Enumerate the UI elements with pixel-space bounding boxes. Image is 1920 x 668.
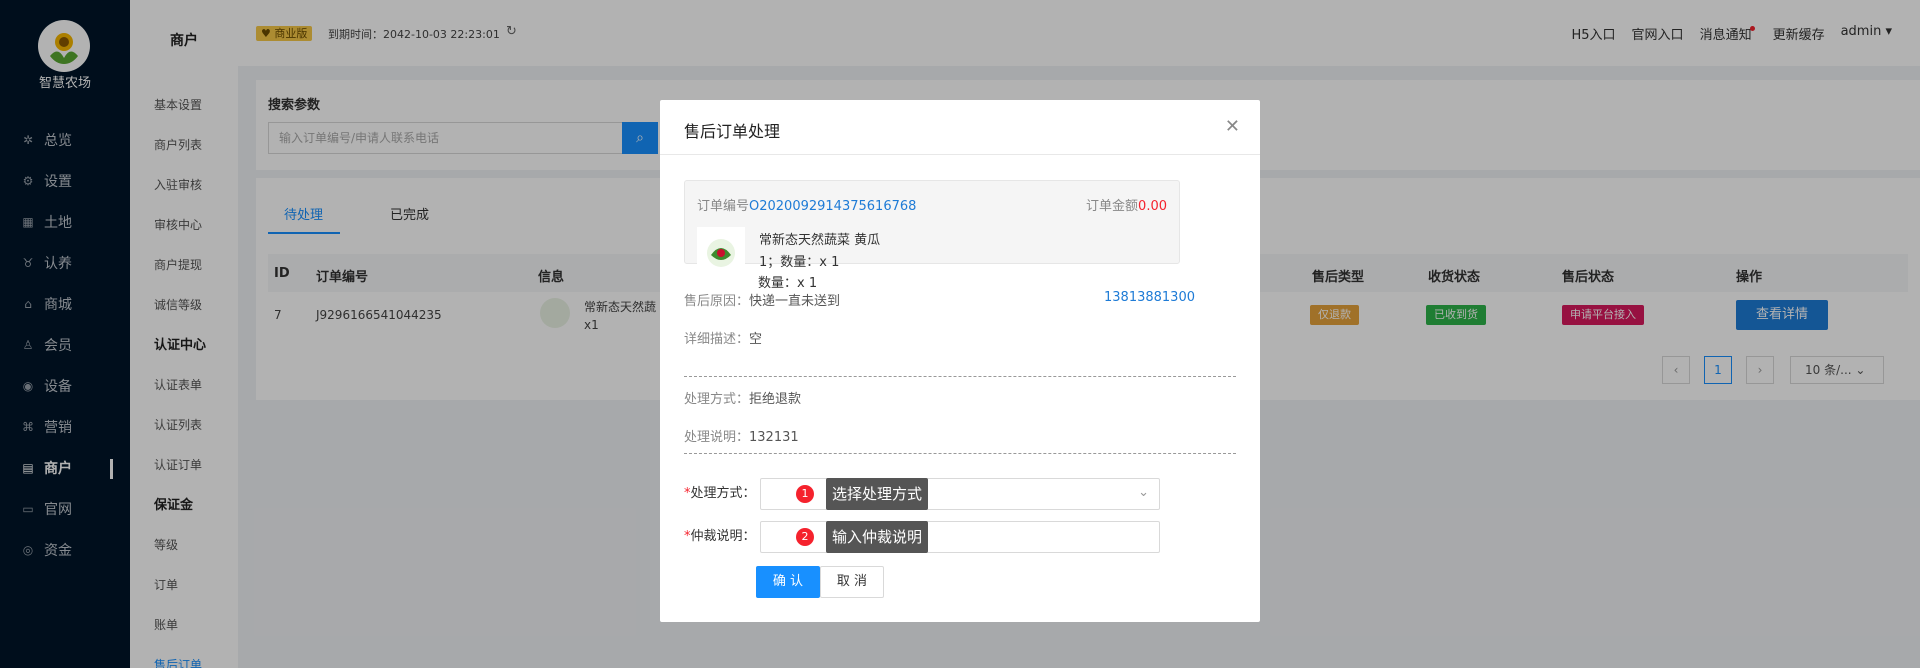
product-spec: 1；数量：x 1 [759, 255, 840, 270]
order-number-link[interactable]: O2020092914375616768 [749, 199, 916, 214]
after-sale-modal: 售后订单处理 ✕ 订单编号O2020092914375616768 订单金额0.… [660, 100, 1260, 622]
applicant-phone: 13813881300 [1104, 290, 1195, 305]
dashed-divider [684, 376, 1236, 377]
order-amount: 0.00 [1138, 199, 1167, 214]
detail-description: 空 [749, 332, 763, 347]
after-sale-reason: 快递一直未送到 [749, 294, 841, 309]
form-arbitration-label: *仲裁说明： [684, 529, 756, 544]
arbitration-input[interactable] [760, 521, 1160, 553]
vegetable-logo-icon [707, 239, 735, 267]
confirm-button[interactable]: 确 认 [756, 566, 820, 598]
order-card: 订单编号O2020092914375616768 订单金额0.00 常新态天然蔬… [684, 180, 1180, 275]
dashed-divider [684, 453, 1236, 454]
modal-divider [660, 154, 1260, 155]
tooltip-input-arbitration: 输入仲裁说明 [826, 521, 929, 553]
chevron-down-icon: ⌄ [1138, 485, 1149, 500]
modal-title: 售后订单处理 [684, 122, 781, 141]
close-icon[interactable]: ✕ [1225, 116, 1240, 137]
step-1-marker: 1 [796, 485, 814, 503]
form-method-label: *处理方式： [684, 486, 756, 501]
cancel-button[interactable]: 取 消 [820, 566, 884, 598]
processed-method: 拒绝退款 [749, 392, 802, 407]
product-name: 常新态天然蔬菜 黄瓜 [759, 233, 881, 248]
step-2-marker: 2 [796, 528, 814, 546]
product-qty: 数量：x 1 [758, 276, 818, 291]
processed-note: 132131 [749, 430, 799, 445]
tooltip-select-method: 选择处理方式 [826, 478, 929, 510]
product-image [697, 227, 745, 275]
method-select[interactable]: ⌄ [760, 478, 1160, 510]
